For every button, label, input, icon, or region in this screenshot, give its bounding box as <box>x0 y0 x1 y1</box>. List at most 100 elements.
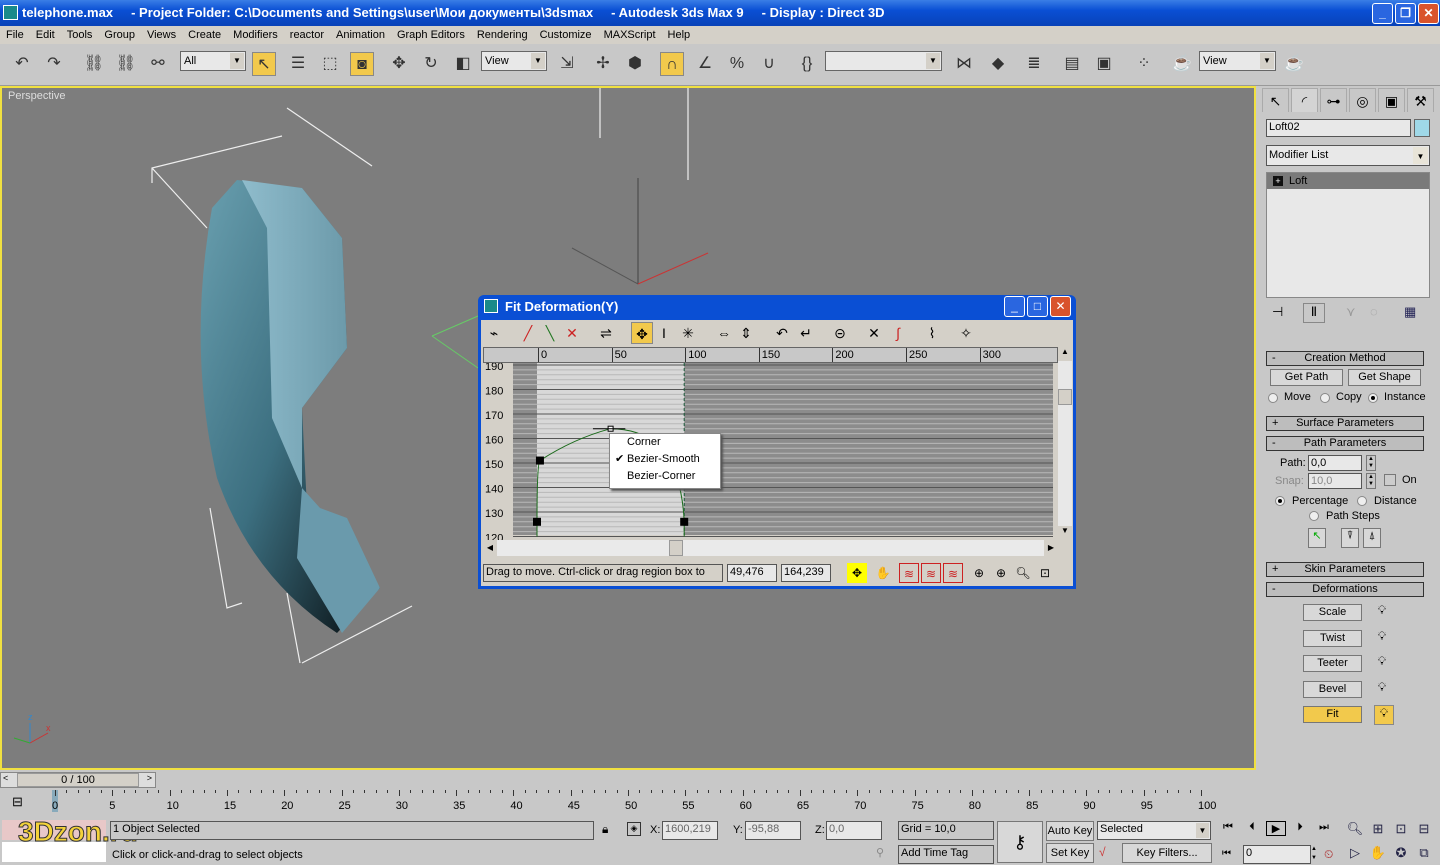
scroll-down-button[interactable]: ▼ <box>1058 526 1072 540</box>
menu-modifiers[interactable]: Modifiers <box>227 26 284 44</box>
dialog-maximize-button[interactable]: □ <box>1027 296 1048 317</box>
scroll-left-button[interactable]: ◀ <box>483 540 497 556</box>
hierarchy-tab-icon[interactable]: ⊶ <box>1320 88 1347 112</box>
path-steps-radio[interactable] <box>1309 511 1319 521</box>
key-mode-dropdown[interactable]: Selected ▼ <box>1097 821 1211 840</box>
control-point[interactable] <box>680 517 689 526</box>
make-symmetrical-icon[interactable]: ⌁ <box>483 322 505 344</box>
lock-selection-icon[interactable]: ✥ <box>847 563 867 583</box>
rollout-deformations[interactable]: - Deformations <box>1266 582 1424 597</box>
maximize-button[interactable]: ❐ <box>1395 3 1416 24</box>
scroll-right-button[interactable]: ▶ <box>1044 540 1058 556</box>
insert-corner-point-icon[interactable]: ✳ <box>677 322 699 344</box>
menu-item-bezier-smooth[interactable]: ✔ Bezier-Smooth <box>610 451 720 468</box>
snap-on-checkbox[interactable] <box>1384 474 1396 486</box>
control-point[interactable] <box>535 456 544 465</box>
modifier-list-dropdown[interactable]: Modifier List ▼ <box>1266 145 1430 166</box>
frame-spinner[interactable]: ▲ ▼ <box>1311 845 1320 864</box>
auto-key-button[interactable]: Auto Key <box>1046 821 1094 841</box>
time-slider-prev[interactable]: < <box>3 773 8 783</box>
pick-shape-button[interactable]: ↖ <box>1308 528 1326 548</box>
next-frame-icon[interactable]: ⏵ <box>1290 821 1310 834</box>
curve-graph[interactable]: 190 180 170 160 150 140 130 120 <box>483 363 1058 540</box>
pin-stack-icon[interactable]: ⊣ <box>1272 304 1283 320</box>
rollout-surface-parameters[interactable]: + Surface Parameters <box>1266 416 1424 431</box>
display-y-axis-icon[interactable]: ╲ <box>539 322 561 344</box>
zoom-horizontally-icon[interactable]: ⊕ <box>969 563 989 583</box>
deformation-bevel-button[interactable]: Bevel <box>1303 680 1362 698</box>
reset-curve-icon[interactable]: ∫ <box>887 322 909 344</box>
time-slider-thumb[interactable]: 0 / 100 <box>17 773 139 787</box>
control-point[interactable] <box>533 517 541 526</box>
menu-animation[interactable]: Animation <box>330 26 391 44</box>
zoom-horizontal-extents-icon[interactable]: ≋ <box>921 563 941 583</box>
display-tab-icon[interactable]: ▣ <box>1378 88 1405 112</box>
time-slider-next[interactable]: > <box>147 773 152 783</box>
get-path-button[interactable]: Get Path <box>1270 369 1343 386</box>
deformation-fit-button[interactable]: Fit <box>1303 706 1362 723</box>
deformation-teeter-button[interactable]: Teeter <box>1303 655 1362 672</box>
menu-customize[interactable]: Customize <box>534 26 598 44</box>
delete-curve-icon[interactable]: ⌇ <box>921 322 943 344</box>
absolute-mode-icon[interactable]: ◈ <box>627 822 641 836</box>
set-key-button[interactable]: Set Key <box>1046 843 1094 863</box>
zoom-vertically-icon[interactable]: ⊕ <box>991 563 1011 583</box>
dialog-minimize-button[interactable]: _ <box>1004 296 1025 317</box>
menu-rendering[interactable]: Rendering <box>471 26 534 44</box>
deformation-scale-toggle-icon[interactable]: 💡︎ <box>1372 603 1392 623</box>
path-spinner[interactable]: ▲ ▼ <box>1366 455 1376 471</box>
zoom-all-icon[interactable]: ⊞ <box>1368 821 1388 837</box>
mirror-icon[interactable]: ⋈ <box>952 52 976 76</box>
scroll-thumb[interactable] <box>1058 389 1072 405</box>
scale-icon[interactable]: ◧ <box>451 52 475 76</box>
bind-space-warp-icon[interactable]: ⚯ <box>146 52 170 76</box>
menu-views[interactable]: Views <box>141 26 182 44</box>
z-coordinate-field[interactable]: 0,0 <box>826 821 882 840</box>
key-mode-toggle-icon[interactable]: ⏮ <box>1222 848 1231 859</box>
deformation-scale-button[interactable]: Scale <box>1303 604 1362 621</box>
x-coordinate-field[interactable]: 1600,219 <box>662 821 718 840</box>
lock-aspect-icon[interactable]: ⊝ <box>829 322 851 344</box>
pan-view-icon[interactable]: ✋ <box>1368 845 1388 861</box>
object-color-swatch[interactable] <box>1414 119 1430 137</box>
create-tab-icon[interactable]: ↖ <box>1262 88 1289 112</box>
selection-lock-icon[interactable]: 🔒︎ <box>602 822 608 837</box>
snap-value-field[interactable]: 10,0 <box>1308 473 1362 489</box>
configure-modifier-sets-icon[interactable]: ▦ <box>1404 304 1416 320</box>
rotate-90-ccw-icon[interactable]: ↶ <box>771 322 793 344</box>
select-by-name-icon[interactable]: ☰ <box>286 52 310 76</box>
select-object-icon[interactable]: ↖ <box>252 52 276 76</box>
copy-radio[interactable] <box>1320 393 1330 403</box>
modify-tab-icon[interactable]: ◜ <box>1291 88 1318 112</box>
move-icon[interactable]: ✥ <box>387 52 411 76</box>
menu-graph-editors[interactable]: Graph Editors <box>391 26 471 44</box>
menu-item-corner[interactable]: Corner <box>610 434 720 451</box>
mirror-horizontally-icon[interactable]: ⇔ <box>713 322 735 344</box>
select-and-link-icon[interactable]: ⛓ <box>82 52 106 76</box>
curve-editor-icon[interactable]: ▤ <box>1060 52 1084 76</box>
maximize-viewport-icon[interactable]: ⧉ <box>1414 845 1434 861</box>
rollout-creation-method[interactable]: - Creation Method <box>1266 351 1424 366</box>
deformation-teeter-toggle-icon[interactable]: 💡︎ <box>1372 654 1392 674</box>
edit-named-selection-icon[interactable]: {} <box>795 52 819 76</box>
current-frame-field[interactable]: 0 <box>1243 845 1311 864</box>
show-end-result-icon[interactable]: Ⅱ <box>1303 303 1325 323</box>
remove-modifier-icon[interactable]: ◌ <box>1370 304 1378 319</box>
zoom-icon[interactable]: 🔍︎ <box>1013 563 1033 583</box>
vertical-scrollbar[interactable]: ▲ ▼ <box>1058 347 1072 540</box>
deformation-fit-toggle-icon[interactable]: 💡︎ <box>1374 705 1394 725</box>
display-x-axis-icon[interactable]: ╱ <box>517 322 539 344</box>
material-editor-icon[interactable]: ⁘ <box>1132 52 1156 76</box>
menu-tools[interactable]: Tools <box>61 26 99 44</box>
y-coordinate-field[interactable]: -95,88 <box>745 821 801 840</box>
menu-file[interactable]: File <box>0 26 30 44</box>
distance-radio[interactable] <box>1357 496 1367 506</box>
time-slider[interactable]: < 0 / 100 > <box>0 772 156 788</box>
zoom-extents-all-icon[interactable]: ⊟ <box>1414 821 1434 837</box>
window-crossing-icon[interactable]: ◙ <box>350 52 374 76</box>
move-control-point-icon[interactable]: ✥ <box>631 322 653 344</box>
previous-shape-button[interactable]: ⍒ <box>1341 528 1359 548</box>
field-of-view-icon[interactable]: ▷ <box>1345 845 1365 861</box>
previous-frame-icon[interactable]: ⏴ <box>1242 821 1262 834</box>
snap-3d-icon[interactable]: ∩ <box>660 52 684 76</box>
